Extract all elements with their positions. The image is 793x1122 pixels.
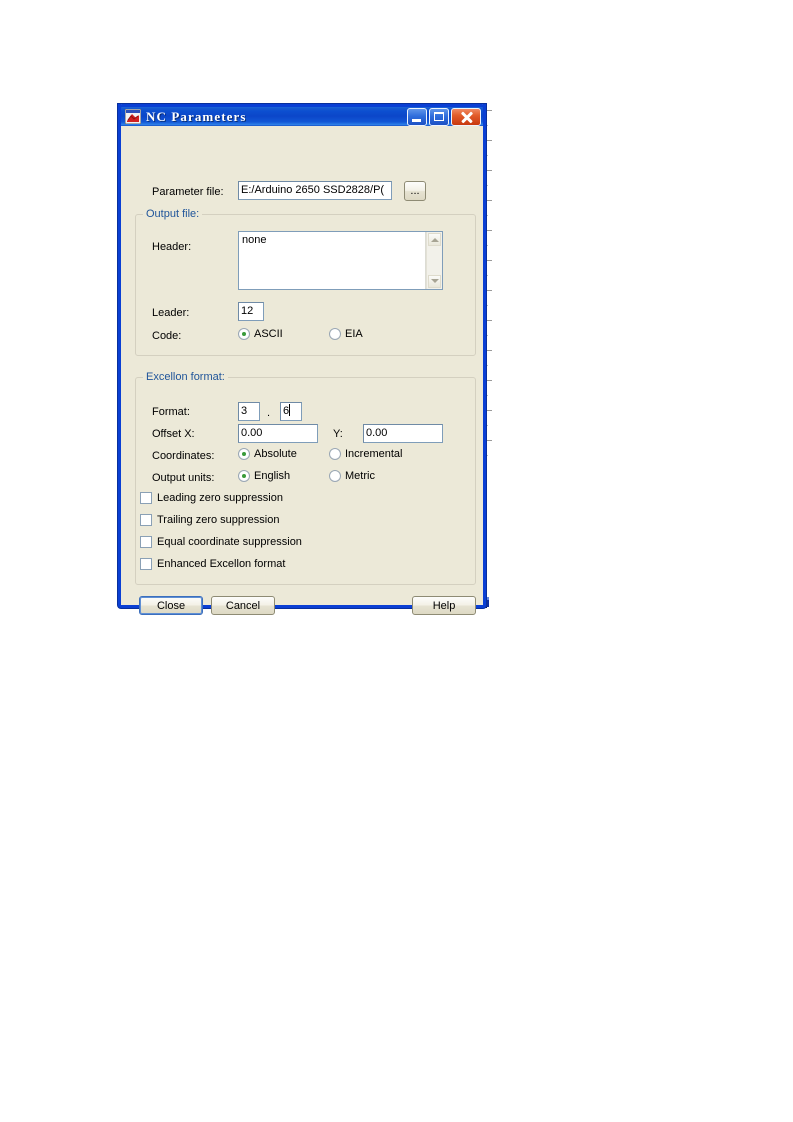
header-scrollbar[interactable]	[426, 232, 442, 289]
dialog-client-area: Parameter file: E:/Arduino 2650 SSD2828/…	[121, 126, 483, 615]
coordinates-label: Coordinates:	[152, 450, 215, 462]
checkbox-indicator-icon	[140, 492, 152, 504]
checkbox-enhanced-excellon-format-label: Enhanced Excellon format	[157, 558, 286, 570]
minimize-icon	[412, 118, 421, 122]
code-radio-eia-label: EIA	[345, 328, 363, 340]
output-units-label: Output units:	[152, 472, 215, 484]
scroll-up-icon[interactable]	[428, 233, 441, 246]
minimize-button[interactable]	[407, 107, 427, 126]
radio-indicator-icon	[238, 448, 250, 460]
excellon-format-legend: Excellon format:	[143, 371, 228, 383]
application-icon	[124, 108, 142, 125]
window-title: NC Parameters	[146, 108, 247, 124]
leader-label: Leader:	[152, 307, 190, 319]
header-label: Header:	[152, 241, 192, 253]
offset-y-label: Y:	[333, 428, 343, 440]
code-radio-ascii-label: ASCII	[254, 328, 283, 340]
format-integer-input[interactable]: 3	[238, 402, 260, 421]
header-textarea[interactable]: none	[238, 231, 443, 290]
title-bar[interactable]: NC Parameters	[118, 104, 486, 126]
format-decimal-input[interactable]: 6	[280, 402, 302, 421]
nc-parameters-dialog: NC Parameters Parameter file: E:/Arduino…	[118, 104, 486, 615]
checkbox-equal-coordinate-suppression[interactable]: Equal coordinate suppression	[140, 536, 302, 548]
checkbox-indicator-icon	[140, 514, 152, 526]
output-units-radio-metric-label: Metric	[345, 470, 375, 482]
header-textarea-value[interactable]: none	[239, 232, 426, 289]
coordinates-radio-absolute[interactable]: Absolute	[238, 448, 297, 460]
coordinates-radio-incremental-label: Incremental	[345, 448, 403, 460]
radio-indicator-icon	[329, 470, 341, 482]
help-button[interactable]: Help	[412, 596, 476, 615]
browse-parameter-file-button[interactable]: ...	[404, 181, 426, 201]
offset-x-input[interactable]: 0.00	[238, 424, 318, 443]
code-radio-ascii[interactable]: ASCII	[238, 328, 283, 340]
maximize-icon	[434, 111, 444, 121]
checkbox-enhanced-excellon-format[interactable]: Enhanced Excellon format	[140, 558, 285, 570]
radio-indicator-icon	[238, 328, 250, 340]
output-units-radio-english-label: English	[254, 470, 291, 482]
checkbox-trailing-zero-suppression[interactable]: Trailing zero suppression	[140, 514, 279, 526]
radio-indicator-icon	[329, 328, 341, 340]
coordinates-radio-absolute-label: Absolute	[254, 448, 297, 460]
text-caret	[289, 404, 291, 416]
maximize-button[interactable]	[429, 107, 449, 126]
output-file-legend: Output file:	[143, 208, 203, 220]
checkbox-indicator-icon	[140, 558, 152, 570]
format-separator: .	[267, 407, 271, 419]
close-dialog-button[interactable]: Close	[139, 596, 203, 615]
leader-input[interactable]: 12	[238, 302, 264, 321]
radio-indicator-icon	[238, 470, 250, 482]
offset-y-input[interactable]: 0.00	[363, 424, 443, 443]
output-units-radio-english[interactable]: English	[238, 470, 290, 482]
code-radio-eia[interactable]: EIA	[329, 328, 363, 340]
close-button[interactable]	[451, 107, 481, 126]
code-label: Code:	[152, 330, 182, 342]
parameter-file-label: Parameter file:	[152, 186, 224, 198]
parameter-file-input[interactable]: E:/Arduino 2650 SSD2828/P(	[238, 181, 392, 200]
format-label: Format:	[152, 406, 190, 418]
scroll-down-icon[interactable]	[428, 275, 441, 288]
checkbox-leading-zero-suppression[interactable]: Leading zero suppression	[140, 492, 283, 504]
checkbox-equal-coordinate-suppression-label: Equal coordinate suppression	[157, 536, 302, 548]
checkbox-trailing-zero-suppression-label: Trailing zero suppression	[157, 514, 280, 526]
radio-indicator-icon	[329, 448, 341, 460]
offset-x-label: Offset X:	[152, 428, 195, 440]
checkbox-leading-zero-suppression-label: Leading zero suppression	[157, 492, 283, 504]
checkbox-indicator-icon	[140, 536, 152, 548]
coordinates-radio-incremental[interactable]: Incremental	[329, 448, 402, 460]
output-units-radio-metric[interactable]: Metric	[329, 470, 375, 482]
cancel-button[interactable]: Cancel	[211, 596, 275, 615]
